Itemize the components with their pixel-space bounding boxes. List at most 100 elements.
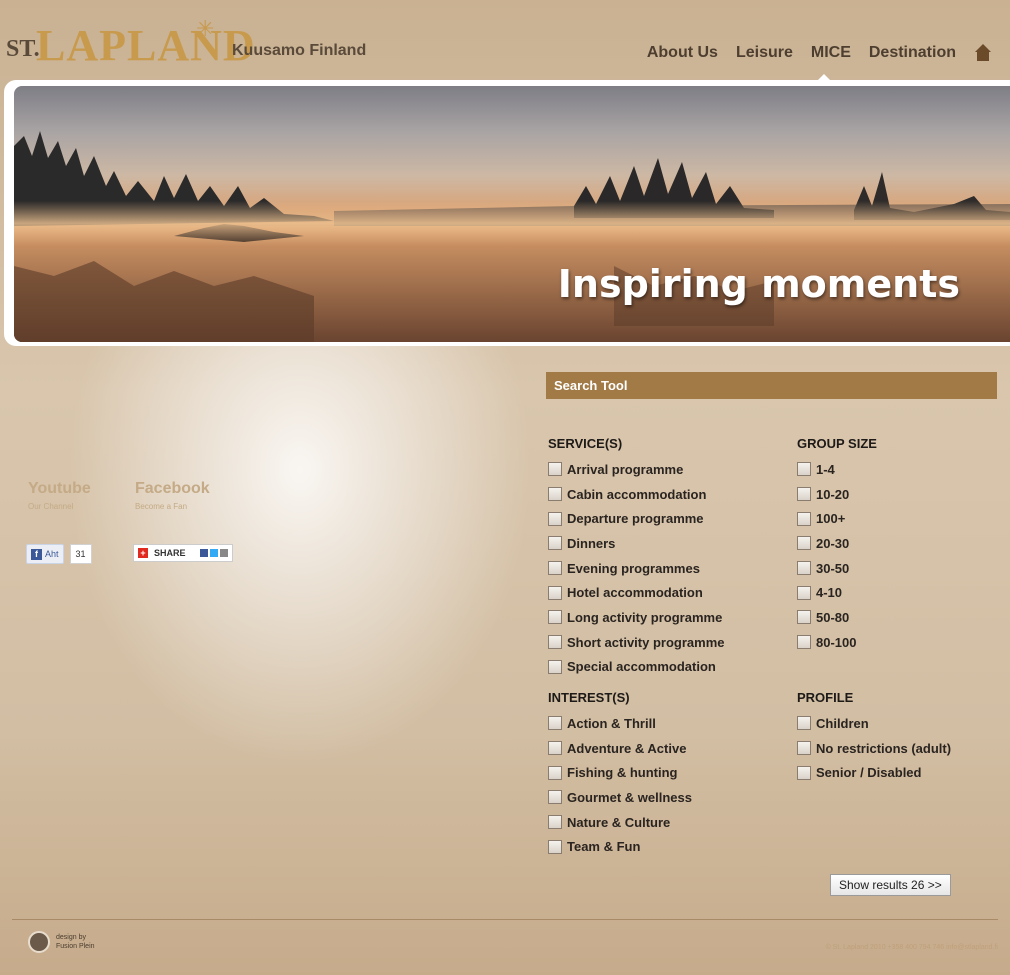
like-label: Aht [45,549,59,559]
group-size-option[interactable]: 50-80 [797,605,877,630]
page: ST. LAPLAND ✳ Kuusamo Finland About Us L… [0,0,1010,975]
service-option[interactable]: Long activity programme [548,605,725,630]
group-size-checkbox[interactable] [797,462,811,477]
facebook-subtitle: Become a Fan [135,502,188,511]
service-option[interactable]: Cabin accommodation [548,482,725,507]
profile-checkbox[interactable] [797,716,811,731]
group-size-label: 30-50 [816,560,850,576]
design-by-label: design by [56,934,86,941]
service-checkbox[interactable] [548,610,562,625]
main-nav: About Us Leisure MICE Destination [629,44,992,62]
profile-option[interactable]: Children [797,711,951,736]
group-size-option[interactable]: 1-4 [797,457,877,482]
profile-checkbox[interactable] [797,741,811,756]
service-checkbox[interactable] [548,561,562,576]
interest-checkbox[interactable] [548,815,562,830]
group-size-label: 100+ [816,511,846,527]
interest-option[interactable]: Fishing & hunting [548,760,692,785]
service-checkbox[interactable] [548,659,562,674]
designer-logo-icon [28,931,50,953]
group-size-label: 80-100 [816,634,857,650]
group-size-checkbox[interactable] [797,561,811,576]
group-size-option[interactable]: 4-10 [797,580,877,605]
profile-option[interactable]: Senior / Disabled [797,760,951,785]
designer-credit[interactable]: design by Fusion Plein [28,931,95,953]
group-size-checkbox[interactable] [797,536,811,551]
service-checkbox[interactable] [548,511,562,526]
group-size-label: 10-20 [816,486,850,502]
nav-destination[interactable]: Destination [869,44,956,62]
service-option[interactable]: Evening programmes [548,556,725,581]
interest-label: Team & Fun [567,839,641,855]
snowflake-icon: ✳ [196,16,215,41]
interest-option[interactable]: Gourmet & wellness [548,785,692,810]
interest-option[interactable]: Action & Thrill [548,711,692,736]
service-label: Short activity programme [567,634,725,650]
service-option[interactable]: Special accommodation [548,655,725,680]
service-checkbox[interactable] [548,585,562,600]
profile-label: Children [816,715,869,731]
like-count: 31 [69,544,92,564]
designer-name: Fusion Plein [56,943,95,950]
service-checkbox[interactable] [548,462,562,477]
group-size-option[interactable]: 20-30 [797,531,877,556]
group-size-label: 1-4 [816,461,835,477]
interest-checkbox[interactable] [548,765,562,780]
facebook-icon: f [31,548,42,560]
service-checkbox[interactable] [548,487,562,502]
group-size-group: GROUP SIZE 1-4 10-20 100+ 20-30 30-50 4-10 50-… [797,436,877,655]
group-size-option[interactable]: 10-20 [797,482,877,507]
service-checkbox[interactable] [548,536,562,551]
group-size-option[interactable]: 80-100 [797,630,877,655]
nav-leisure[interactable]: Leisure [736,44,793,62]
group-size-checkbox[interactable] [797,487,811,502]
logo-subtitle: Kuusamo Finland [232,42,367,59]
interest-checkbox[interactable] [548,741,562,756]
services-group: SERVICE(S) Arrival programme Cabin accomm… [548,436,725,679]
interest-checkbox[interactable] [548,716,562,731]
service-option[interactable]: Dinners [548,531,725,556]
email-mini-icon [219,549,228,557]
show-results-button[interactable]: Show results 26 >> [830,874,951,896]
service-checkbox[interactable] [548,635,562,650]
profile-label: Senior / Disabled [816,765,922,781]
service-option[interactable]: Departure programme [548,506,725,531]
home-icon[interactable] [974,44,992,62]
service-option[interactable]: Short activity programme [548,630,725,655]
youtube-link[interactable]: Youtube Our Channel [28,480,91,511]
profile-checkbox[interactable] [797,765,811,780]
interest-option[interactable]: Team & Fun [548,834,692,859]
group-size-checkbox[interactable] [797,511,811,526]
interest-option[interactable]: Adventure & Active [548,736,692,761]
like-button[interactable]: f Aht [26,544,64,564]
banner-tagline: Inspiring moments [557,262,960,306]
group-size-label: 4-10 [816,585,843,601]
facebook-link[interactable]: Facebook Become a Fan [135,480,210,511]
interests-title: INTEREST(S) [548,690,630,705]
group-size-checkbox[interactable] [797,585,811,600]
nav-mice[interactable]: MICE [811,44,851,62]
group-size-checkbox[interactable] [797,635,811,650]
nav-about-us[interactable]: About Us [647,44,718,62]
service-label: Cabin accommodation [567,486,707,502]
share-button[interactable]: + SHARE [133,544,233,562]
service-option[interactable]: Hotel accommodation [548,580,725,605]
hero-image: Inspiring moments [14,86,1010,342]
facebook-mini-icon [199,549,208,557]
profile-option[interactable]: No restrictions (adult) [797,736,951,761]
group-size-label: 50-80 [816,609,850,625]
interest-label: Adventure & Active [567,740,687,756]
interest-option[interactable]: Nature & Culture [548,810,692,835]
interest-label: Gourmet & wellness [567,789,692,805]
youtube-title: Youtube [28,480,91,497]
youtube-subtitle: Our Channel [28,502,74,511]
group-size-checkbox[interactable] [797,610,811,625]
group-size-option[interactable]: 30-50 [797,556,877,581]
group-size-option[interactable]: 100+ [797,506,877,531]
interest-checkbox[interactable] [548,839,562,854]
interest-checkbox[interactable] [548,790,562,805]
service-label: Departure programme [567,511,704,527]
facebook-title: Facebook [135,480,210,497]
service-option[interactable]: Arrival programme [548,457,725,482]
interest-label: Fishing & hunting [567,765,678,781]
